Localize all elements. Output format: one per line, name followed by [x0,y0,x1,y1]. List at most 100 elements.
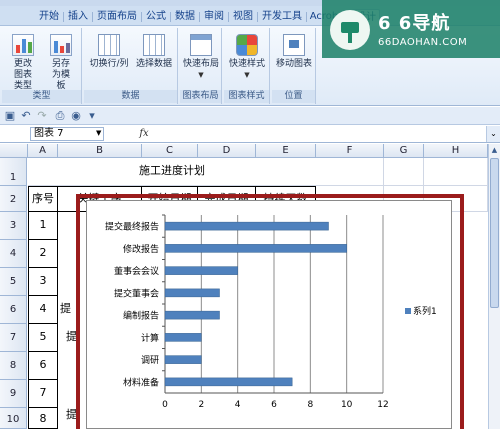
index-cell[interactable]: 8 [28,408,58,429]
print-icon[interactable]: ⎙ [54,110,66,122]
switch-row-column-label: 切换行/列 [89,59,129,69]
row-header-2[interactable]: 2 [0,186,27,212]
row-header-9[interactable]: 9 [0,380,27,408]
tab-separator [228,12,229,22]
bar [164,221,329,231]
bar [164,333,202,342]
group-type: 更改图表类型 另存为模板 类型 [2,28,82,104]
tab-home[interactable]: 开始 [36,9,62,26]
tab-data[interactable]: 数据 [172,9,198,26]
column-header-d[interactable]: D [198,144,256,158]
index-cell[interactable]: 5 [28,324,58,352]
column-header-c[interactable]: C [142,144,198,158]
legend-label: 系列1 [413,305,437,317]
category-label: 计算 [141,332,159,344]
index-cell[interactable]: 2 [28,240,58,268]
index-cell[interactable]: 7 [28,380,58,408]
index-cell[interactable]: 3 [28,268,58,296]
select-data-button[interactable]: 选择数据 [132,34,176,70]
customize-toolbar-icon[interactable]: ▾ [86,110,98,122]
row-header-4[interactable]: 4 [0,240,27,268]
bar [164,355,202,364]
row-header-8[interactable]: 8 [0,352,27,380]
tab-review[interactable]: 审阅 [201,9,227,26]
empty-cell[interactable] [424,158,488,186]
preview-icon[interactable]: ◉ [70,110,82,122]
column-header-e[interactable]: E [256,144,316,158]
site-watermark: 6 6导航 66DAOHAN.COM [322,0,500,58]
category-label: 提交董事会 [114,287,159,299]
index-cell[interactable]: 6 [28,352,58,380]
insert-function-icon[interactable]: fx [136,127,152,141]
undo-icon[interactable]: ↶ [20,110,32,122]
quick-access-toolbar: ▣ ↶ ↷ ⎙ ◉ ▾ [0,107,500,125]
x-tick-label: 0 [162,400,168,410]
quick-layout-icon [190,34,212,56]
row-header-1[interactable]: 1 [0,158,27,186]
legend-swatch [405,308,411,314]
vertical-scrollbar[interactable]: ▲ [488,144,500,429]
index-cell[interactable]: 4 [28,296,58,324]
tab-view[interactable]: 视图 [230,9,256,26]
column-header-g[interactable]: G [384,144,424,158]
x-tick-label: 6 [271,400,277,410]
watermark-url: 66DAOHAN.COM [378,37,468,48]
quick-layout-button[interactable]: 快速布局 ▼ [180,34,222,81]
name-box-dropdown-icon[interactable]: ▼ [96,129,101,137]
watermark-title: 6 6导航 [378,13,451,34]
sheet-title-cell[interactable]: 施工进度计划 [28,158,316,186]
scroll-up-icon[interactable]: ▲ [489,144,500,156]
save-icon[interactable]: ▣ [4,110,16,122]
change-chart-type-label: 更改图表类型 [13,59,32,91]
formula-bar: 图表 7 ▼ fx ⌄ [0,126,500,143]
x-tick-label: 10 [341,400,353,410]
scroll-thumb[interactable] [490,158,499,308]
empty-cell[interactable] [316,158,384,186]
change-chart-type-button[interactable]: 更改图表类型 [6,34,40,92]
row-header-10[interactable]: 10 [0,408,27,429]
move-chart-icon [283,34,305,56]
redo-icon[interactable]: ↷ [36,110,48,122]
tab-formulas[interactable]: 公式 [143,9,169,26]
quick-styles-button[interactable]: 快速样式 ▼ [226,34,268,81]
dropdown-arrow-icon: ▼ [244,71,250,79]
column-header-f[interactable]: F [316,144,384,158]
empty-cell[interactable] [384,158,424,186]
category-label: 董事会会议 [114,265,159,277]
tab-separator [170,12,171,22]
x-tick-label: 8 [307,400,313,410]
select-all-corner[interactable] [0,144,28,158]
column-header-h[interactable]: H [424,144,488,158]
switch-row-column-button[interactable]: 切换行/列 [86,34,132,70]
header-cell-index[interactable]: 序号 [28,186,58,212]
group-label-location: 位置 [272,90,315,103]
signpost-logo-icon [330,10,370,50]
row-header-3[interactable]: 3 [0,212,27,240]
bar-chart: 0 2 4 6 8 10 12 提交最终报告修改报告董事会会议提交董事会编制报告计算调研材料准… [105,214,437,410]
group-label-data: 数据 [84,90,177,103]
column-header-a[interactable]: A [28,144,58,158]
expand-formula-bar-icon[interactable]: ⌄ [486,126,500,142]
tab-insert[interactable]: 插入 [65,9,91,26]
row-header-5[interactable]: 5 [0,268,27,296]
quick-layout-label: 快速布局 [182,59,219,69]
chart-area[interactable]: 0 2 4 6 8 10 12 提交最终报告 修改报告 董事会会议 提交董事会 编制报告 计算 调研 材料准… [86,200,452,429]
group-label-chart-styles: 图表样式 [224,90,269,103]
save-as-template-label: 另存为模板 [51,59,70,91]
quick-styles-icon [236,34,258,56]
x-tick-label: 12 [377,400,388,410]
bar [164,288,220,298]
index-cell[interactable]: 1 [28,212,58,240]
category-label: 材料准备 [123,376,159,388]
tab-developer[interactable]: 开发工具 [259,9,305,26]
row-header-7[interactable]: 7 [0,324,27,352]
tab-separator [141,12,142,22]
column-header-b[interactable]: B [58,144,142,158]
name-box[interactable]: 图表 7 [30,127,104,141]
dropdown-arrow-icon: ▼ [198,71,204,79]
row-header-6[interactable]: 6 [0,296,27,324]
save-as-template-button[interactable]: 另存为模板 [44,34,78,92]
move-chart-button[interactable]: 移动图表 [272,34,316,70]
tab-page-layout[interactable]: 页面布局 [94,9,140,26]
category-label: 编制报告 [123,310,159,322]
